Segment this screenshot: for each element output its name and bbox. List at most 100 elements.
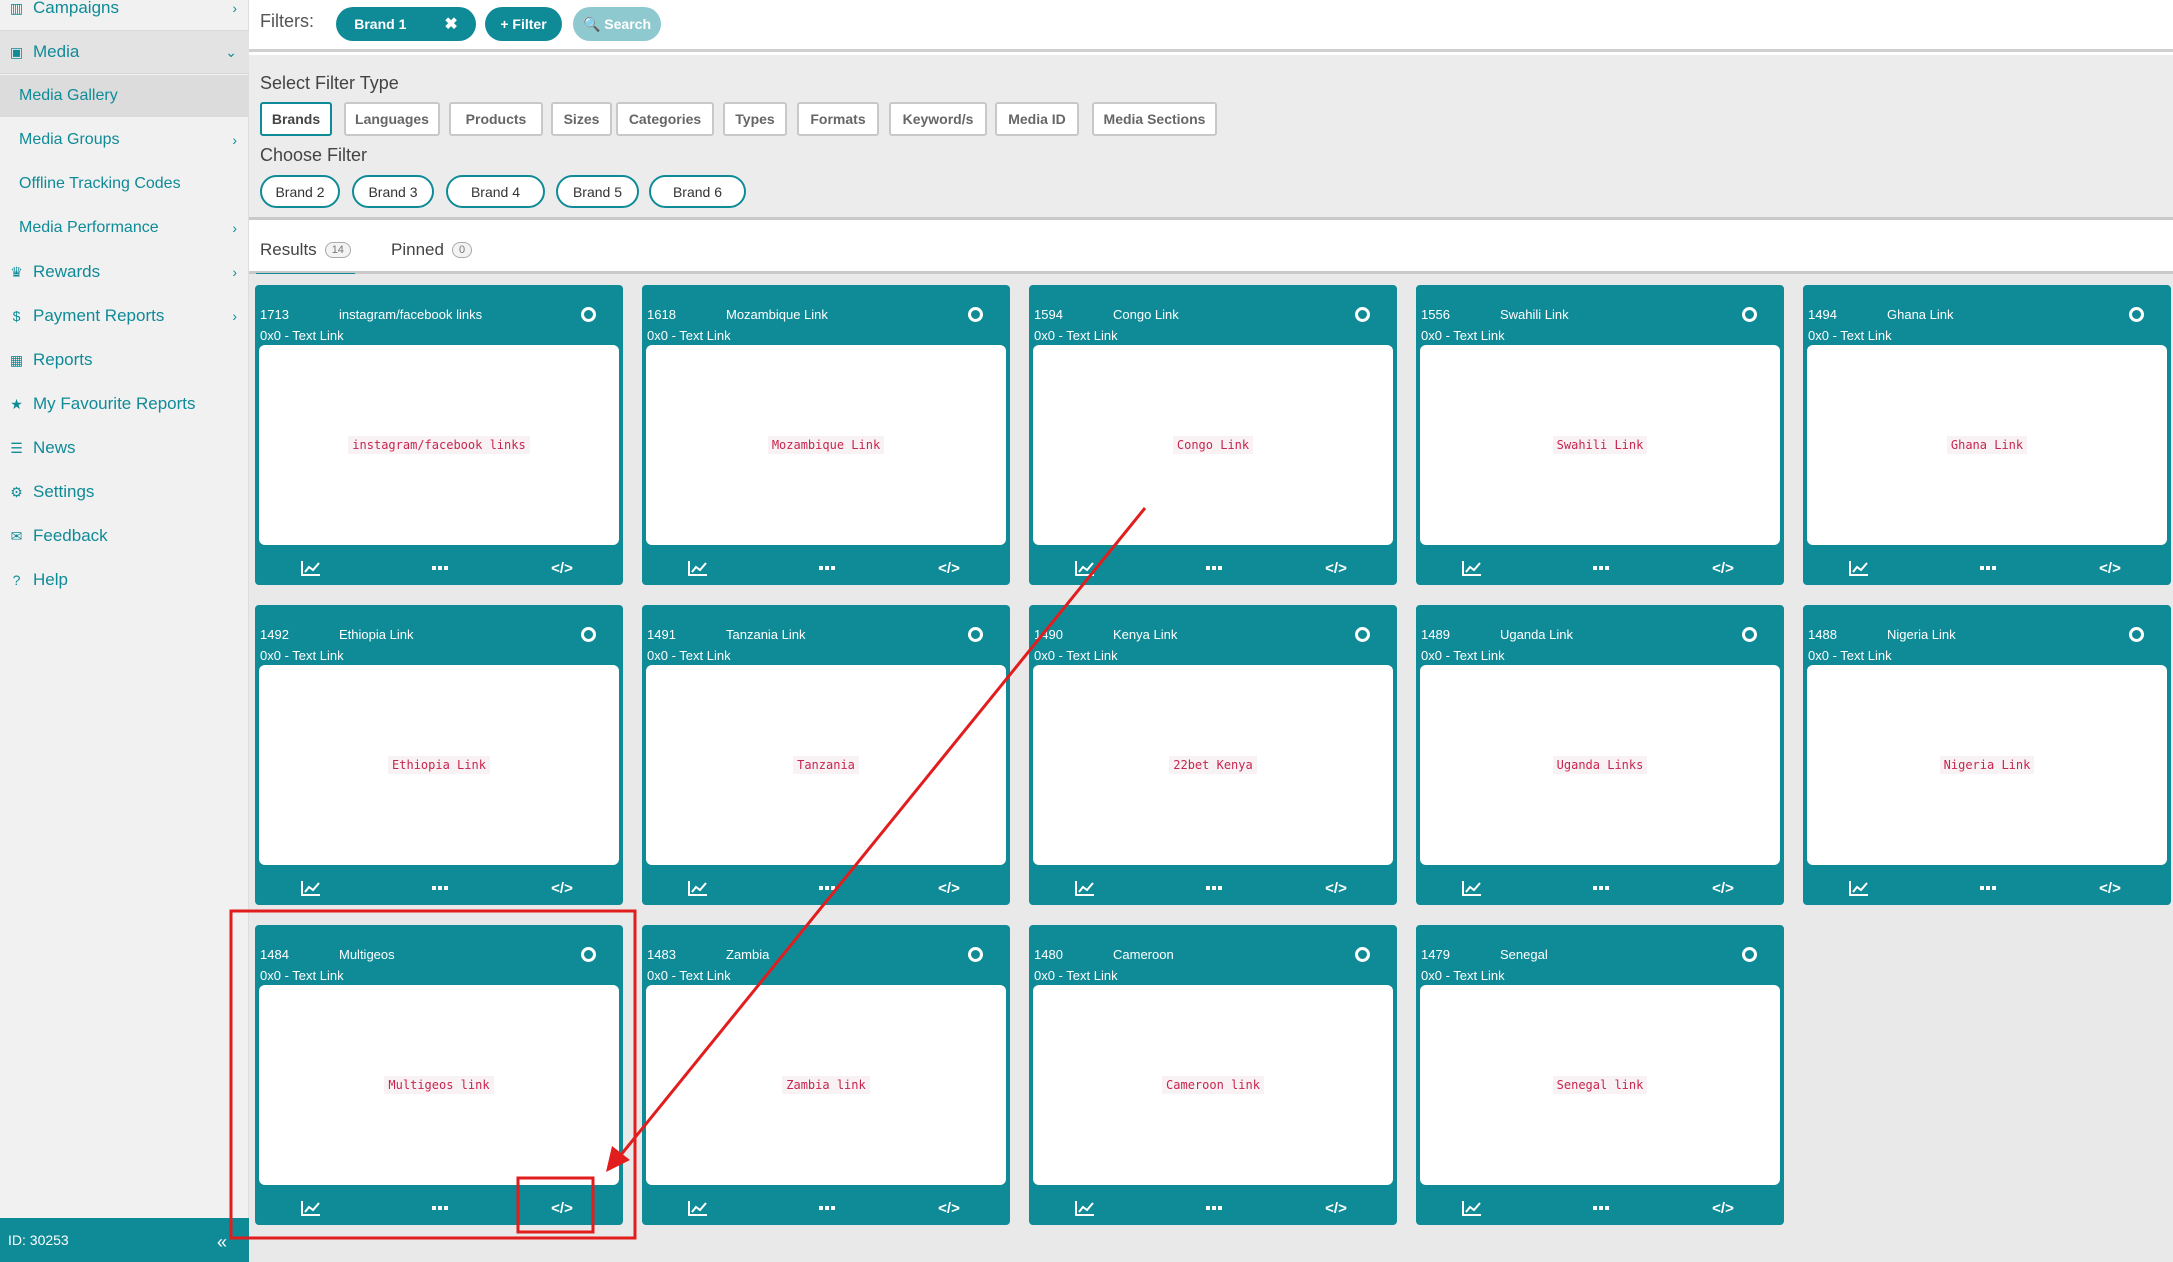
sidebar-item-my-favourite-reports[interactable]: ★ My Favourite Reports — [0, 384, 249, 424]
media-preview[interactable]: Nigeria Link — [1807, 665, 2167, 865]
ellipsis-icon[interactable] — [1199, 878, 1229, 898]
filter-type-types[interactable]: Types — [723, 102, 787, 136]
code-icon[interactable]: </> — [2095, 878, 2125, 898]
filter-choice-brand-6[interactable]: Brand 6 — [649, 175, 746, 208]
active-filter-chip[interactable]: Brand 1 ✖ — [336, 7, 476, 41]
filter-type-media-sections[interactable]: Media Sections — [1092, 102, 1217, 136]
sidebar-item-media-performance[interactable]: Media Performance › — [0, 208, 249, 248]
code-icon[interactable]: </> — [547, 1198, 577, 1218]
ellipsis-icon[interactable] — [1586, 1198, 1616, 1218]
sidebar-item-rewards[interactable]: ♛ Rewards › — [0, 252, 249, 292]
select-radio[interactable] — [1742, 627, 1757, 642]
media-preview[interactable]: Uganda Links — [1420, 665, 1780, 865]
filter-type-products[interactable]: Products — [449, 102, 543, 136]
ellipsis-icon[interactable] — [425, 878, 455, 898]
sidebar-item-media-gallery[interactable]: Media Gallery — [0, 75, 249, 117]
select-radio[interactable] — [1355, 307, 1370, 322]
code-icon[interactable]: </> — [1708, 878, 1738, 898]
tab-results[interactable]: Results 14 — [256, 240, 355, 276]
select-radio[interactable] — [581, 627, 596, 642]
chart-line-icon[interactable] — [1070, 558, 1100, 578]
sidebar-item-campaigns[interactable]: ▥ Campaigns › — [0, 0, 249, 22]
code-icon[interactable]: </> — [934, 558, 964, 578]
code-icon[interactable]: </> — [1321, 558, 1351, 578]
sidebar-item-news[interactable]: ☰ News — [0, 428, 249, 468]
chart-line-icon[interactable] — [683, 878, 713, 898]
filter-type-formats[interactable]: Formats — [797, 102, 879, 136]
select-radio[interactable] — [581, 307, 596, 322]
select-radio[interactable] — [2129, 307, 2144, 322]
select-radio[interactable] — [1355, 947, 1370, 962]
remove-filter-icon[interactable]: ✖ — [444, 14, 457, 34]
chart-line-icon[interactable] — [1070, 1198, 1100, 1218]
ellipsis-icon[interactable] — [425, 1198, 455, 1218]
select-radio[interactable] — [1355, 627, 1370, 642]
filter-type-media-id[interactable]: Media ID — [995, 102, 1079, 136]
media-preview[interactable]: Mozambique Link — [646, 345, 1006, 545]
tab-pinned[interactable]: Pinned 0 — [391, 240, 473, 260]
code-icon[interactable]: </> — [1321, 878, 1351, 898]
filter-type-brands[interactable]: Brands — [260, 102, 332, 136]
sidebar-item-media[interactable]: ▣ Media ⌄ — [0, 30, 249, 74]
select-radio[interactable] — [581, 947, 596, 962]
code-icon[interactable]: </> — [934, 1198, 964, 1218]
ellipsis-icon[interactable] — [812, 878, 842, 898]
ellipsis-icon[interactable] — [1199, 558, 1229, 578]
media-preview[interactable]: Cameroon link — [1033, 985, 1393, 1185]
media-preview[interactable]: Multigeos link — [259, 985, 619, 1185]
chart-line-icon[interactable] — [1457, 878, 1487, 898]
media-preview[interactable]: Zambia link — [646, 985, 1006, 1185]
filter-type-sizes[interactable]: Sizes — [551, 102, 612, 136]
chart-line-icon[interactable] — [296, 1198, 326, 1218]
media-preview[interactable]: Ghana Link — [1807, 345, 2167, 545]
ellipsis-icon[interactable] — [812, 558, 842, 578]
sidebar-item-offline-tracking-codes[interactable]: Offline Tracking Codes — [0, 164, 249, 204]
sidebar-item-media-groups[interactable]: Media Groups › — [0, 120, 249, 160]
filter-choice-brand-2[interactable]: Brand 2 — [260, 175, 340, 208]
code-icon[interactable]: </> — [547, 878, 577, 898]
media-preview[interactable]: Tanzania — [646, 665, 1006, 865]
ellipsis-icon[interactable] — [1973, 558, 2003, 578]
code-icon[interactable]: </> — [1708, 1198, 1738, 1218]
ellipsis-icon[interactable] — [425, 558, 455, 578]
filter-choice-brand-4[interactable]: Brand 4 — [446, 175, 545, 208]
filter-type-categories[interactable]: Categories — [616, 102, 714, 136]
chart-line-icon[interactable] — [1457, 558, 1487, 578]
ellipsis-icon[interactable] — [1199, 1198, 1229, 1218]
filter-type-keywords[interactable]: Keyword/s — [889, 102, 987, 136]
select-radio[interactable] — [2129, 627, 2144, 642]
chart-line-icon[interactable] — [296, 558, 326, 578]
chart-line-icon[interactable] — [1844, 558, 1874, 578]
select-radio[interactable] — [968, 307, 983, 322]
code-icon[interactable]: </> — [1708, 558, 1738, 578]
sidebar-item-feedback[interactable]: ✉ Feedback — [0, 516, 249, 556]
add-filter-button[interactable]: + Filter — [485, 7, 562, 41]
ellipsis-icon[interactable] — [1586, 878, 1616, 898]
ellipsis-icon[interactable] — [812, 1198, 842, 1218]
chart-line-icon[interactable] — [1457, 1198, 1487, 1218]
select-radio[interactable] — [968, 947, 983, 962]
collapse-sidebar-icon[interactable]: « — [217, 1232, 227, 1253]
media-preview[interactable]: Senegal link — [1420, 985, 1780, 1185]
chart-line-icon[interactable] — [683, 558, 713, 578]
ellipsis-icon[interactable] — [1586, 558, 1616, 578]
ellipsis-icon[interactable] — [1973, 878, 2003, 898]
code-icon[interactable]: </> — [934, 878, 964, 898]
select-radio[interactable] — [968, 627, 983, 642]
filter-type-languages[interactable]: Languages — [344, 102, 440, 136]
code-icon[interactable]: </> — [547, 558, 577, 578]
chart-line-icon[interactable] — [683, 1198, 713, 1218]
sidebar-item-reports[interactable]: ▦ Reports — [0, 340, 249, 380]
code-icon[interactable]: </> — [2095, 558, 2125, 578]
chart-line-icon[interactable] — [1844, 878, 1874, 898]
chart-line-icon[interactable] — [1070, 878, 1100, 898]
sidebar-item-settings[interactable]: ⚙ Settings — [0, 472, 249, 512]
filter-choice-brand-5[interactable]: Brand 5 — [556, 175, 639, 208]
media-preview[interactable]: 22bet Kenya — [1033, 665, 1393, 865]
media-preview[interactable]: Swahili Link — [1420, 345, 1780, 545]
media-preview[interactable]: instagram/facebook links — [259, 345, 619, 545]
select-radio[interactable] — [1742, 307, 1757, 322]
sidebar-item-payment-reports[interactable]: $ Payment Reports › — [0, 296, 249, 336]
filter-choice-brand-3[interactable]: Brand 3 — [352, 175, 434, 208]
sidebar-item-help[interactable]: ? Help — [0, 560, 249, 600]
